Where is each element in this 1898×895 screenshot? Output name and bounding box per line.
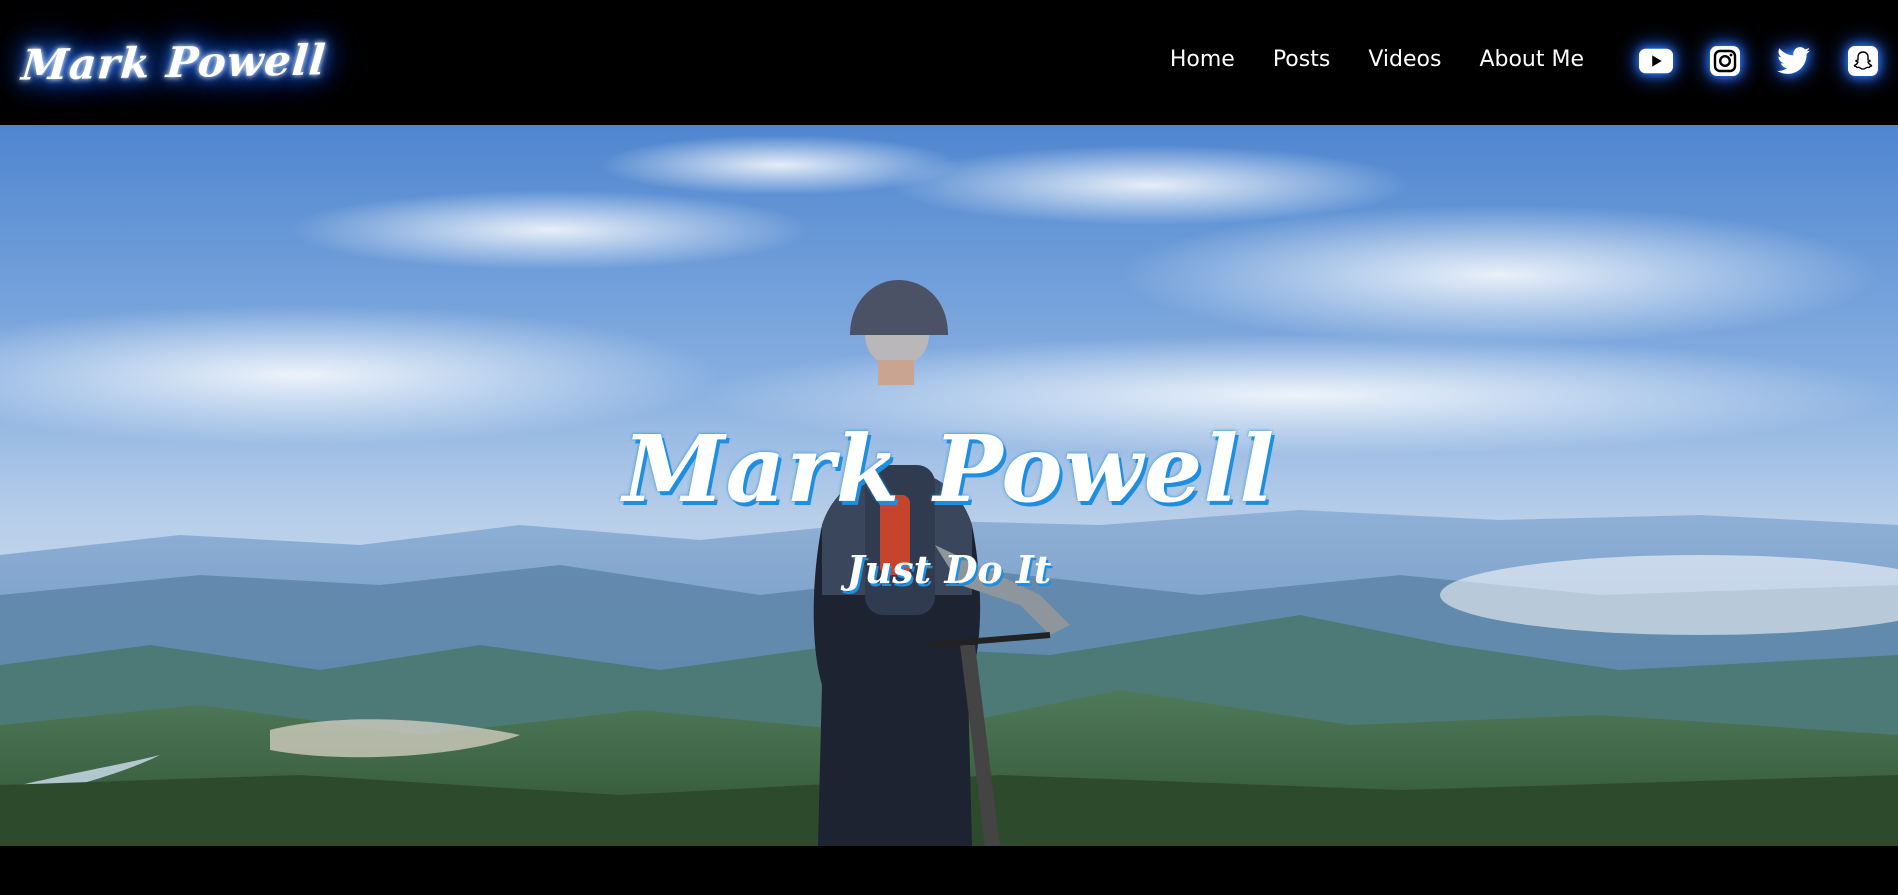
- site-logo[interactable]: Mark Powell: [20, 35, 329, 89]
- navbar: Mark Powell Home Posts Videos About Me: [0, 0, 1898, 125]
- social-links: [1639, 44, 1880, 78]
- snapchat-icon[interactable]: [1846, 44, 1880, 78]
- hero-subtitle: Just Do It: [846, 547, 1052, 592]
- twitter-icon[interactable]: [1777, 44, 1811, 78]
- hero-title: Mark Powell: [622, 415, 1276, 523]
- instagram-icon[interactable]: [1708, 44, 1742, 78]
- youtube-icon[interactable]: [1639, 44, 1673, 78]
- hero-section: Mark Powell Just Do It: [0, 125, 1898, 846]
- nav-link-home[interactable]: Home: [1170, 46, 1235, 74]
- main-nav: Home Posts Videos About Me: [1170, 46, 1584, 74]
- bottom-bar: [0, 846, 1898, 895]
- nav-link-about-me[interactable]: About Me: [1479, 46, 1584, 74]
- nav-link-videos[interactable]: Videos: [1368, 46, 1441, 74]
- nav-link-posts[interactable]: Posts: [1273, 46, 1331, 74]
